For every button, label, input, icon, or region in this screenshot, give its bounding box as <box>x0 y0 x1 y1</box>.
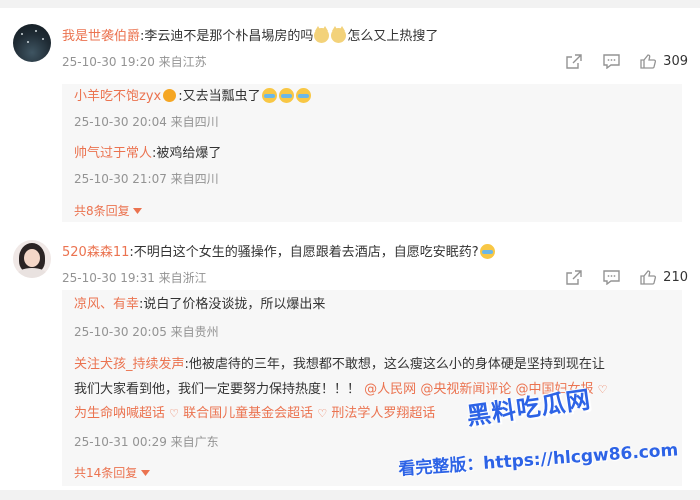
comment-meta: 25-10-30 19:20 来自江苏 <box>62 55 207 69</box>
topic-link[interactable]: 刑法学人罗翔超话 <box>331 406 435 421</box>
comment-icon[interactable] <box>602 269 620 285</box>
comment-actions: 309 <box>546 52 688 70</box>
cat-emoji-icon <box>331 26 347 43</box>
topic-link[interactable]: 为生命呐喊超话 <box>74 406 165 421</box>
cat-emoji-icon <box>314 26 330 43</box>
reply-body-line2: 我们大家看到他，我们一定要努力保持热度！！！ <box>74 382 361 397</box>
more-replies-label: 共14条回复 <box>74 466 138 480</box>
reply-text: 凉风、有幸:说白了价格没谈拢，所以爆出来 <box>74 296 325 314</box>
comment-body-suffix: 怎么又上热搜了 <box>347 29 439 44</box>
reply-text: 关注犬孩_持续发声:他被虐待的三年，我想都不敢想，这么瘦这么小的身体硬是坚持到现… <box>74 356 605 374</box>
laugh-cry-emoji-icon <box>295 88 311 103</box>
reply-text: 小羊吃不饱zyx :又去当瓢虫了 <box>74 88 312 106</box>
fire-badge-icon <box>163 89 177 102</box>
like-icon[interactable] <box>639 53 657 69</box>
reply-meta: 25-10-30 20:05 来自贵州 <box>74 325 219 339</box>
heart-icon: ♡ <box>317 407 328 420</box>
comment-text: 我是世袭伯爵:李云迪不是那个朴昌埸房的吗 怎么又上热搜了 <box>62 26 439 46</box>
more-replies-link[interactable]: 共14条回复 <box>74 464 151 481</box>
more-replies-label: 共8条回复 <box>74 204 130 218</box>
heart-icon: ♡ <box>169 407 180 420</box>
comment-body: :不明白这个女生的骚操作，自愿跟着去酒店，自愿吃安眠药? <box>129 245 479 260</box>
mention-link[interactable]: @人民网 <box>364 382 416 397</box>
laugh-cry-emoji-icon <box>479 244 495 259</box>
reply-username[interactable]: 帅气过于常人 <box>74 146 152 161</box>
laugh-cry-emoji-icon <box>261 88 277 103</box>
reply-topics: 为生命呐喊超话 ♡ 联合国儿童基金会超话 ♡ 刑法学人罗翔超话 <box>74 405 435 423</box>
comment-meta: 25-10-30 19:31 来自浙江 <box>62 271 207 285</box>
like-icon[interactable] <box>639 269 657 285</box>
reply-username[interactable]: 小羊吃不饱zyx <box>74 89 161 104</box>
avatar[interactable] <box>13 240 51 278</box>
comment-body: :李云迪不是那个朴昌埸房的吗 <box>140 29 314 44</box>
top-edge <box>0 0 700 8</box>
chevron-down-icon <box>141 470 151 476</box>
comment-icon[interactable] <box>602 53 620 69</box>
topic-link[interactable]: 联合国儿童基金会超话 <box>183 406 313 421</box>
reply-text: 帅气过于常人:被鸡给爆了 <box>74 145 221 163</box>
reply-username[interactable]: 凉风、有幸 <box>74 297 139 312</box>
comment-username[interactable]: 我是世袭伯爵 <box>62 29 140 44</box>
reply-body: :又去当瓢虫了 <box>178 89 261 104</box>
comment-username[interactable]: 520森森11 <box>62 245 129 260</box>
laugh-cry-emoji-icon <box>278 88 294 103</box>
reply-list: 小羊吃不饱zyx :又去当瓢虫了 25-10-30 20:04 来自四川 帅气过于… <box>62 84 682 222</box>
reply-meta: 25-10-30 20:04 来自四川 <box>74 115 219 129</box>
like-count: 309 <box>663 53 688 69</box>
reply-body-line1: :他被虐待的三年，我想都不敢想，这么瘦这么小的身体硬是坚持到现在让 <box>184 357 605 372</box>
reply-meta: 25-10-31 00:29 来自广东 <box>74 435 219 449</box>
like-count: 210 <box>663 269 688 285</box>
reply-body: :被鸡给爆了 <box>152 146 222 161</box>
heart-icon: ♡ <box>597 383 608 396</box>
reply-meta: 25-10-30 21:07 来自四川 <box>74 172 219 186</box>
chevron-down-icon <box>133 208 143 214</box>
reply-body: :说白了价格没谈拢，所以爆出来 <box>139 297 326 312</box>
comment-text: 520森森11:不明白这个女生的骚操作，自愿跟着去酒店，自愿吃安眠药? <box>62 244 496 262</box>
share-icon[interactable] <box>565 269 583 285</box>
bottom-edge <box>0 490 700 500</box>
avatar[interactable] <box>13 24 51 62</box>
comment-actions: 210 <box>546 268 688 286</box>
reply-username[interactable]: 关注犬孩_持续发声 <box>74 357 185 372</box>
more-replies-link[interactable]: 共8条回复 <box>74 202 143 219</box>
share-icon[interactable] <box>565 53 583 69</box>
